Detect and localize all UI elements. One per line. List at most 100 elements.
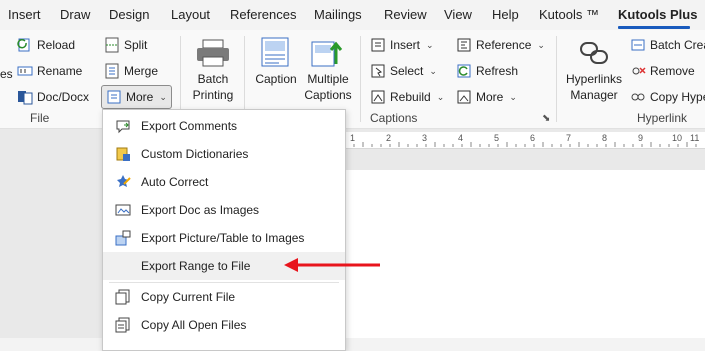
split-icon [105,37,119,53]
select-caption-button[interactable]: Select ⌄ [370,60,437,82]
ruler-mark: 1 [350,133,356,143]
rebuild-caption-button[interactable]: Rebuild ⌄ [370,86,444,108]
select-caption-icon [371,64,385,78]
reload-button[interactable]: Reload [17,34,75,56]
tab-review[interactable]: Review [384,7,427,22]
copy-all-open-files-icon [115,317,130,333]
caption-label: Caption [255,72,297,86]
reload-label: Reload [37,38,76,52]
split-button[interactable]: Split [104,34,147,56]
reference-label: Reference [476,38,532,52]
reference-button[interactable]: Reference ⌄ [456,34,545,56]
doc-docx-label: Doc/Docx [37,90,90,104]
menu-item-auto-correct[interactable]: Auto Correct [103,168,345,196]
menu-item-label: Export Range to File [141,259,251,273]
custom-dictionaries-icon [116,147,130,161]
menu-item-export-picture-table[interactable]: Export Picture/Table to Images [103,224,345,252]
batch-create-label: Batch Crea [650,38,705,52]
chevron-down-icon: ⌄ [429,65,437,76]
doc-docx-button[interactable]: Doc/Docx [17,86,89,108]
copy-hyperlink-button[interactable]: Copy Hype [630,86,705,108]
cut-off-button[interactable]: es [0,63,13,85]
caption-button[interactable]: Caption [252,71,300,87]
chevron-down-icon: ⌄ [509,91,517,102]
red-pointer-arrow-icon [284,258,380,272]
tab-layout[interactable]: Layout [171,7,210,22]
tab-design[interactable]: Design [109,7,149,22]
menu-item-label: Export Doc as Images [141,203,260,217]
document-page[interactable] [345,170,705,338]
group-label-captions: Captions [370,111,418,125]
menu-item-export-doc-as-images[interactable]: Export Doc as Images [103,196,345,224]
menu-item-copy-current-file[interactable]: Copy Current File [103,283,345,311]
group-label-hyperlink: Hyperlink [637,111,688,125]
active-tab-indicator [618,26,690,29]
tab-insert[interactable]: Insert [8,7,41,22]
chevron-down-icon: ⌄ [436,91,445,102]
more-file-button[interactable]: More ⌄ [101,85,172,109]
caption-icon [260,36,290,68]
cut-off-label: es [0,67,13,81]
horizontal-ruler[interactable]: 1 2 3 4 5 6 7 8 9 10 11 [344,132,705,149]
rebuild-caption-label: Rebuild [390,90,431,104]
ruler-mark: 7 [566,133,572,143]
menu-item-export-comments[interactable]: Export Comments [103,112,345,140]
menu-item-label: Auto Correct [141,175,209,189]
menu-item-custom-dictionaries[interactable]: Custom Dictionaries [103,140,345,168]
merge-icon [105,63,119,79]
export-comments-icon [116,120,130,134]
refresh-icon [457,64,471,78]
refresh-button[interactable]: Refresh [456,60,518,82]
tab-draw[interactable]: Draw [60,7,90,22]
ruler-mark: 9 [638,133,644,143]
menu-item-copy-all-open-files[interactable]: Copy All Open Files [103,311,345,339]
batch-create-hyperlink-button[interactable]: Batch Crea [630,34,705,56]
multiple-captions-icon [310,34,346,68]
hyperlinks-manager-line1: Hyperlinks [565,72,622,86]
insert-caption-label: Insert [390,38,421,52]
remove-hyperlink-label: Remove [650,64,695,78]
tab-kutools[interactable]: Kutools ™ [539,7,599,22]
remove-hyperlink-button[interactable]: Remove [630,60,695,82]
rename-button[interactable]: Rename [17,60,82,82]
menu-item-label: Export Comments [141,119,238,133]
copy-hyperlink-label: Copy Hype [650,90,705,104]
split-label: Split [124,38,148,52]
ruler-mark: 2 [386,133,392,143]
hyperlink-chain-icon [578,38,610,68]
batch-printing-button[interactable]: Batch Printing [187,71,239,103]
tab-view[interactable]: View [444,7,472,22]
tab-help[interactable]: Help [492,7,519,22]
ruler-mark: 8 [602,133,608,143]
merge-button[interactable]: Merge [104,60,158,82]
tab-references[interactable]: References [230,7,296,22]
chevron-down-icon: ⌄ [159,91,167,102]
rebuild-caption-icon [371,90,385,104]
group-divider [556,36,557,122]
more-captions-button[interactable]: More ⌄ [456,86,517,108]
batch-printing-line1: Batch [197,72,229,86]
menu-item-label: Copy All Open Files [141,318,247,332]
reference-icon [457,38,471,52]
insert-caption-icon [371,38,385,52]
insert-caption-button[interactable]: Insert ⌄ [370,34,434,56]
multiple-captions-button[interactable]: Multiple Captions [301,71,355,103]
hyperlinks-manager-line2: Manager [570,88,618,102]
merge-label: Merge [124,64,159,78]
ruler-mark: 4 [458,133,464,143]
rename-label: Rename [37,64,83,78]
tab-mailings[interactable]: Mailings [314,7,362,22]
reload-icon [17,38,30,52]
doc-docx-icon [18,91,33,105]
group-divider [360,36,361,122]
dialog-launcher-icon[interactable]: ⬊ [542,113,550,124]
remove-hyperlink-icon [632,67,646,75]
menu-item-label: Export Picture/Table to Images [141,231,305,245]
batch-create-icon [631,39,645,51]
batch-printing-line2: Printing [192,88,234,102]
hyperlinks-manager-button[interactable]: Hyperlinks Manager [562,71,626,103]
export-doc-images-icon [115,204,131,216]
copy-hyperlink-icon [631,93,645,101]
menu-item-label: Copy Current File [141,290,236,304]
tab-kutools-plus[interactable]: Kutools Plus [618,7,697,22]
